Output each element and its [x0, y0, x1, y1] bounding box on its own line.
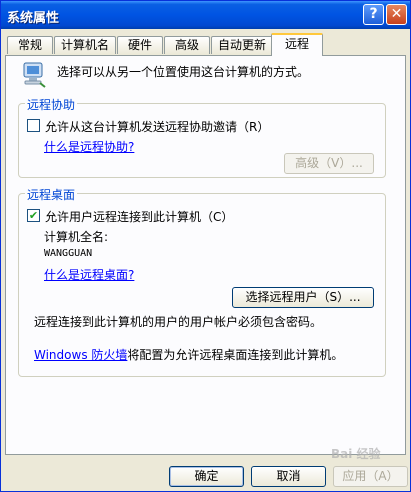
firewall-link[interactable]: Windows 防火墙 [34, 348, 127, 362]
tab-hardware[interactable]: 硬件 [117, 36, 163, 54]
computer-full-name-label: 计算机全名: [44, 230, 109, 244]
watermark: Bai 经验 [331, 447, 381, 461]
computer-full-name-value: WANGGUAN [44, 248, 93, 259]
remote-desktop-legend: 远程桌面 [25, 186, 78, 203]
tab-bar: 常规 计算机名 硬件 高级 自动更新 远程 [5, 33, 408, 56]
tab-computer-name[interactable]: 计算机名 [54, 36, 116, 54]
title-bar[interactable]: 系统属性 ? ✕ [1, 1, 410, 29]
close-icon[interactable]: ✕ [386, 4, 407, 25]
remote-desktop-checkbox-label[interactable]: 允许用户远程连接到此计算机（C） [45, 208, 233, 225]
tab-remote[interactable]: 远程 [271, 33, 323, 56]
advanced-button[interactable]: 高级（V）... [284, 153, 374, 174]
remote-desktop-checkbox[interactable]: ✔ [27, 209, 40, 222]
remote-assistance-help-link[interactable]: 什么是远程协助? [44, 138, 134, 155]
computer-network-icon [23, 62, 46, 88]
remote-assistance-legend: 远程协助 [25, 96, 78, 113]
firewall-text: 将配置为允许远程桌面连接到此计算机。 [127, 348, 344, 362]
remote-desktop-help-link[interactable]: 什么是远程桌面? [44, 266, 134, 283]
remote-assistance-checkbox[interactable] [27, 119, 40, 132]
system-properties-window: 系统属性 ? ✕ 常规 计算机名 硬件 高级 自动更新 远程 选择可以从另一个位… [0, 0, 411, 492]
cancel-button[interactable]: 取消 [251, 466, 326, 487]
intro-text: 选择可以从另一个位置使用这台计算机的方式。 [57, 65, 310, 79]
help-icon[interactable]: ? [363, 4, 384, 25]
password-note: 远程连接到此计算机的用户的用户帐户必须包含密码。 [34, 315, 323, 329]
tab-auto-update[interactable]: 自动更新 [211, 36, 273, 54]
ok-button[interactable]: 确定 [169, 466, 244, 487]
select-remote-users-button[interactable]: 选择远程用户（S）... [232, 287, 374, 308]
firewall-line: Windows 防火墙将配置为允许远程桌面连接到此计算机。 [34, 346, 343, 363]
apply-button[interactable]: 应用（A） [333, 466, 408, 487]
tab-advanced[interactable]: 高级 [164, 36, 210, 54]
remote-assistance-checkbox-label[interactable]: 允许从这台计算机发送远程协助邀请（R） [45, 118, 269, 135]
tab-general[interactable]: 常规 [7, 36, 53, 54]
window-title: 系统属性 [7, 11, 60, 26]
